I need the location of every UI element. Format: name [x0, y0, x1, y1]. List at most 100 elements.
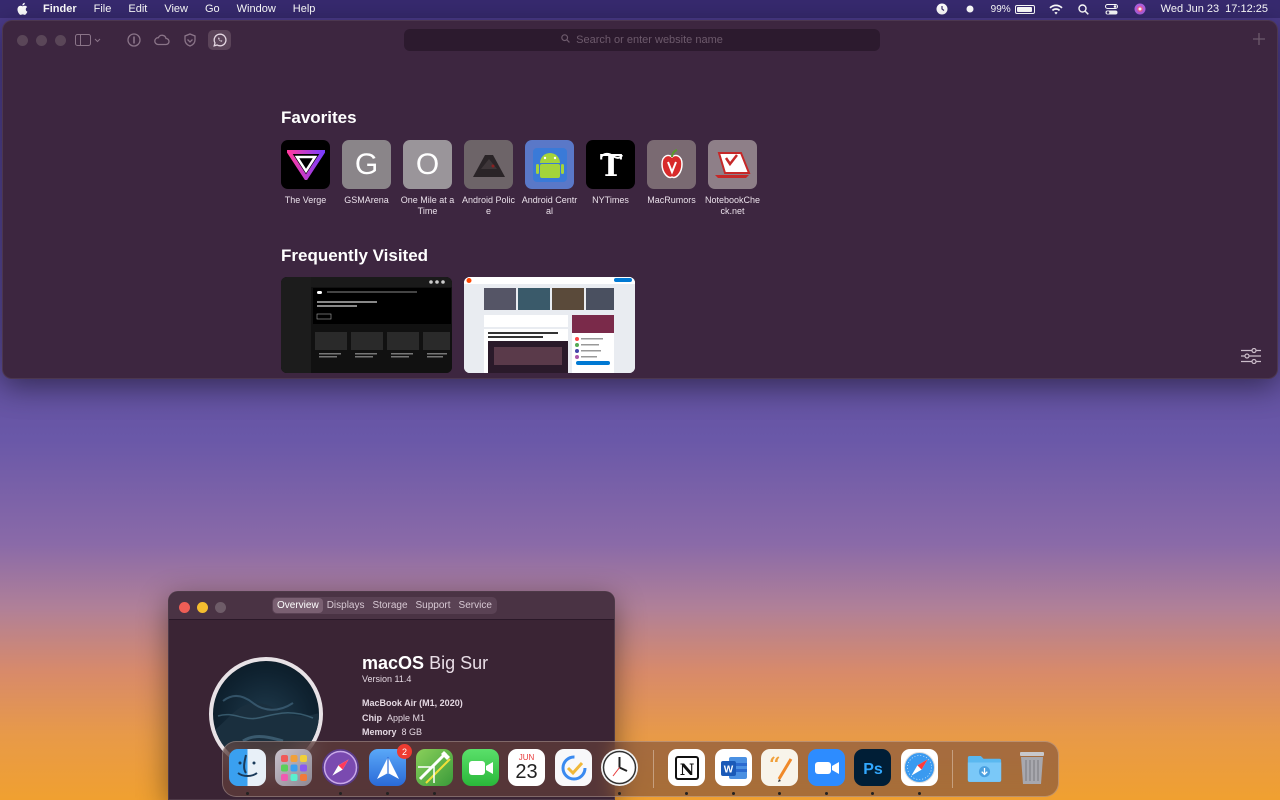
android-police-icon — [464, 140, 513, 189]
minimize-button[interactable] — [36, 35, 47, 46]
about-tabs: Overview Displays Storage Support Servic… — [272, 597, 497, 614]
microsoft-word-icon[interactable]: W — [715, 749, 752, 786]
zoom-app-icon[interactable] — [808, 749, 845, 786]
tab-displays[interactable]: Displays — [323, 598, 369, 613]
cloud-extension-icon[interactable] — [152, 31, 172, 49]
menu-finder[interactable]: Finder — [43, 3, 77, 15]
frequently-visited-grid — [281, 277, 635, 373]
tab-service[interactable]: Service — [455, 598, 496, 613]
favorite-label: The Verge — [284, 195, 327, 205]
trash-icon[interactable] — [1013, 749, 1050, 786]
start-page-settings-icon[interactable] — [1241, 347, 1261, 366]
close-button[interactable] — [17, 35, 28, 46]
running-indicator — [339, 792, 342, 795]
tasks-app-icon[interactable] — [555, 749, 592, 786]
menubar-date[interactable]: Wed Jun 23 — [1161, 3, 1220, 15]
favorites-grid: The Verge G GSMArena O One Mile at a Tim… — [281, 140, 760, 217]
gsmarena-letter-icon: G — [342, 140, 391, 189]
running-indicator — [685, 792, 688, 795]
menu-view[interactable]: View — [164, 3, 188, 15]
zoom-button[interactable] — [215, 602, 226, 613]
favorite-notebookcheck[interactable]: NotebookCheck.net — [705, 140, 760, 217]
maps-app-icon[interactable] — [416, 749, 453, 786]
battery-percent: 99% — [990, 3, 1011, 15]
menu-edit[interactable]: Edit — [128, 3, 147, 15]
sidebar-toggle-icon[interactable] — [73, 31, 103, 49]
finder-app-icon[interactable] — [229, 749, 266, 786]
favorite-android-central[interactable]: Android Central — [522, 140, 577, 217]
notebookcheck-icon — [708, 140, 757, 189]
favorite-gsmarena[interactable]: G GSMArena — [342, 140, 391, 217]
facetime-app-icon[interactable] — [462, 749, 499, 786]
downloads-folder-icon[interactable] — [966, 749, 1003, 786]
favorite-one-mile-at-a-time[interactable]: O One Mile at a Time — [401, 140, 454, 217]
window-controls — [17, 35, 66, 46]
memory-row: Memory 8 GB — [362, 727, 422, 737]
clock-status-icon[interactable] — [935, 2, 949, 16]
safari-window: Search or enter website name Favorites T… — [2, 20, 1278, 379]
chip-label: Chip — [362, 713, 382, 723]
running-indicator — [918, 792, 921, 795]
svg-text:W: W — [723, 764, 733, 775]
youtube-music-thumbnail[interactable] — [281, 277, 452, 373]
battery-status[interactable]: 99% — [991, 4, 1035, 15]
notion-app-icon[interactable]: N — [668, 749, 705, 786]
frequently-visited-title: Frequently Visited — [281, 246, 429, 265]
photoshop-app-icon[interactable]: Ps — [854, 749, 891, 786]
running-indicator — [778, 792, 781, 795]
svg-text:“: “ — [769, 753, 781, 776]
tab-support[interactable]: Support — [412, 598, 455, 613]
favorite-android-police[interactable]: Android Police — [462, 140, 515, 217]
menu-file[interactable]: File — [94, 3, 112, 15]
onepassword-extension-icon[interactable] — [124, 31, 144, 49]
calendar-app-icon[interactable]: JUN 23 — [508, 749, 545, 786]
favorite-label: NotebookCheck.net — [704, 195, 761, 216]
tab-storage[interactable]: Storage — [368, 598, 411, 613]
favorite-label: One Mile at a Time — [400, 195, 455, 216]
android-central-icon — [525, 140, 574, 189]
one-mile-letter-icon: O — [403, 140, 452, 189]
running-indicator — [732, 792, 735, 795]
spotlight-search-icon[interactable] — [1077, 2, 1091, 16]
launchpad-app-icon[interactable] — [275, 749, 312, 786]
favorite-the-verge[interactable]: The Verge — [281, 140, 330, 217]
whatsapp-extension-icon[interactable] — [208, 30, 231, 50]
running-indicator — [825, 792, 828, 795]
pages-app-icon[interactable]: “ — [761, 749, 798, 786]
favorite-label: NYTimes — [592, 195, 629, 205]
menu-go[interactable]: Go — [205, 3, 220, 15]
favorite-macrumors[interactable]: MacRumors — [647, 140, 696, 217]
safari-toolbar: Search or enter website name — [3, 21, 1277, 59]
close-button[interactable] — [179, 602, 190, 613]
zoom-button[interactable] — [55, 35, 66, 46]
favorites-title: Favorites — [281, 108, 357, 127]
the-verge-icon — [281, 140, 330, 189]
svg-text:N: N — [679, 760, 694, 779]
os-version: Version 11.4 — [362, 674, 412, 684]
siri-icon[interactable] — [1133, 2, 1147, 16]
wifi-icon[interactable] — [1049, 2, 1063, 16]
memory-label: Memory — [362, 727, 397, 737]
menubar-time[interactable]: 17:12:25 — [1225, 3, 1268, 15]
record-dot-icon[interactable] — [963, 2, 977, 16]
minimize-button[interactable] — [197, 602, 208, 613]
os-name: macOS — [362, 653, 425, 673]
favorite-label: Android Police — [461, 195, 516, 216]
safari-technology-preview-icon[interactable] — [322, 749, 359, 786]
control-center-icon[interactable] — [1105, 2, 1119, 16]
apple-menu-icon[interactable] — [15, 2, 29, 16]
spark-mail-icon[interactable]: 2 — [369, 744, 412, 786]
reddit-thumbnail[interactable] — [464, 277, 635, 373]
address-bar[interactable]: Search or enter website name — [404, 29, 880, 51]
new-tab-button[interactable] — [1251, 30, 1267, 48]
menu-window[interactable]: Window — [237, 3, 276, 15]
shield-extension-icon[interactable] — [180, 31, 200, 49]
macrumors-apple-icon — [647, 140, 696, 189]
tab-overview[interactable]: Overview — [273, 598, 323, 613]
favorite-nytimes[interactable]: T NYTimes — [586, 140, 635, 217]
safari-app-icon[interactable] — [901, 749, 938, 786]
battery-icon — [1014, 4, 1035, 14]
menu-help[interactable]: Help — [293, 3, 316, 15]
clock-app-icon[interactable] — [601, 749, 638, 786]
running-indicator — [871, 792, 874, 795]
